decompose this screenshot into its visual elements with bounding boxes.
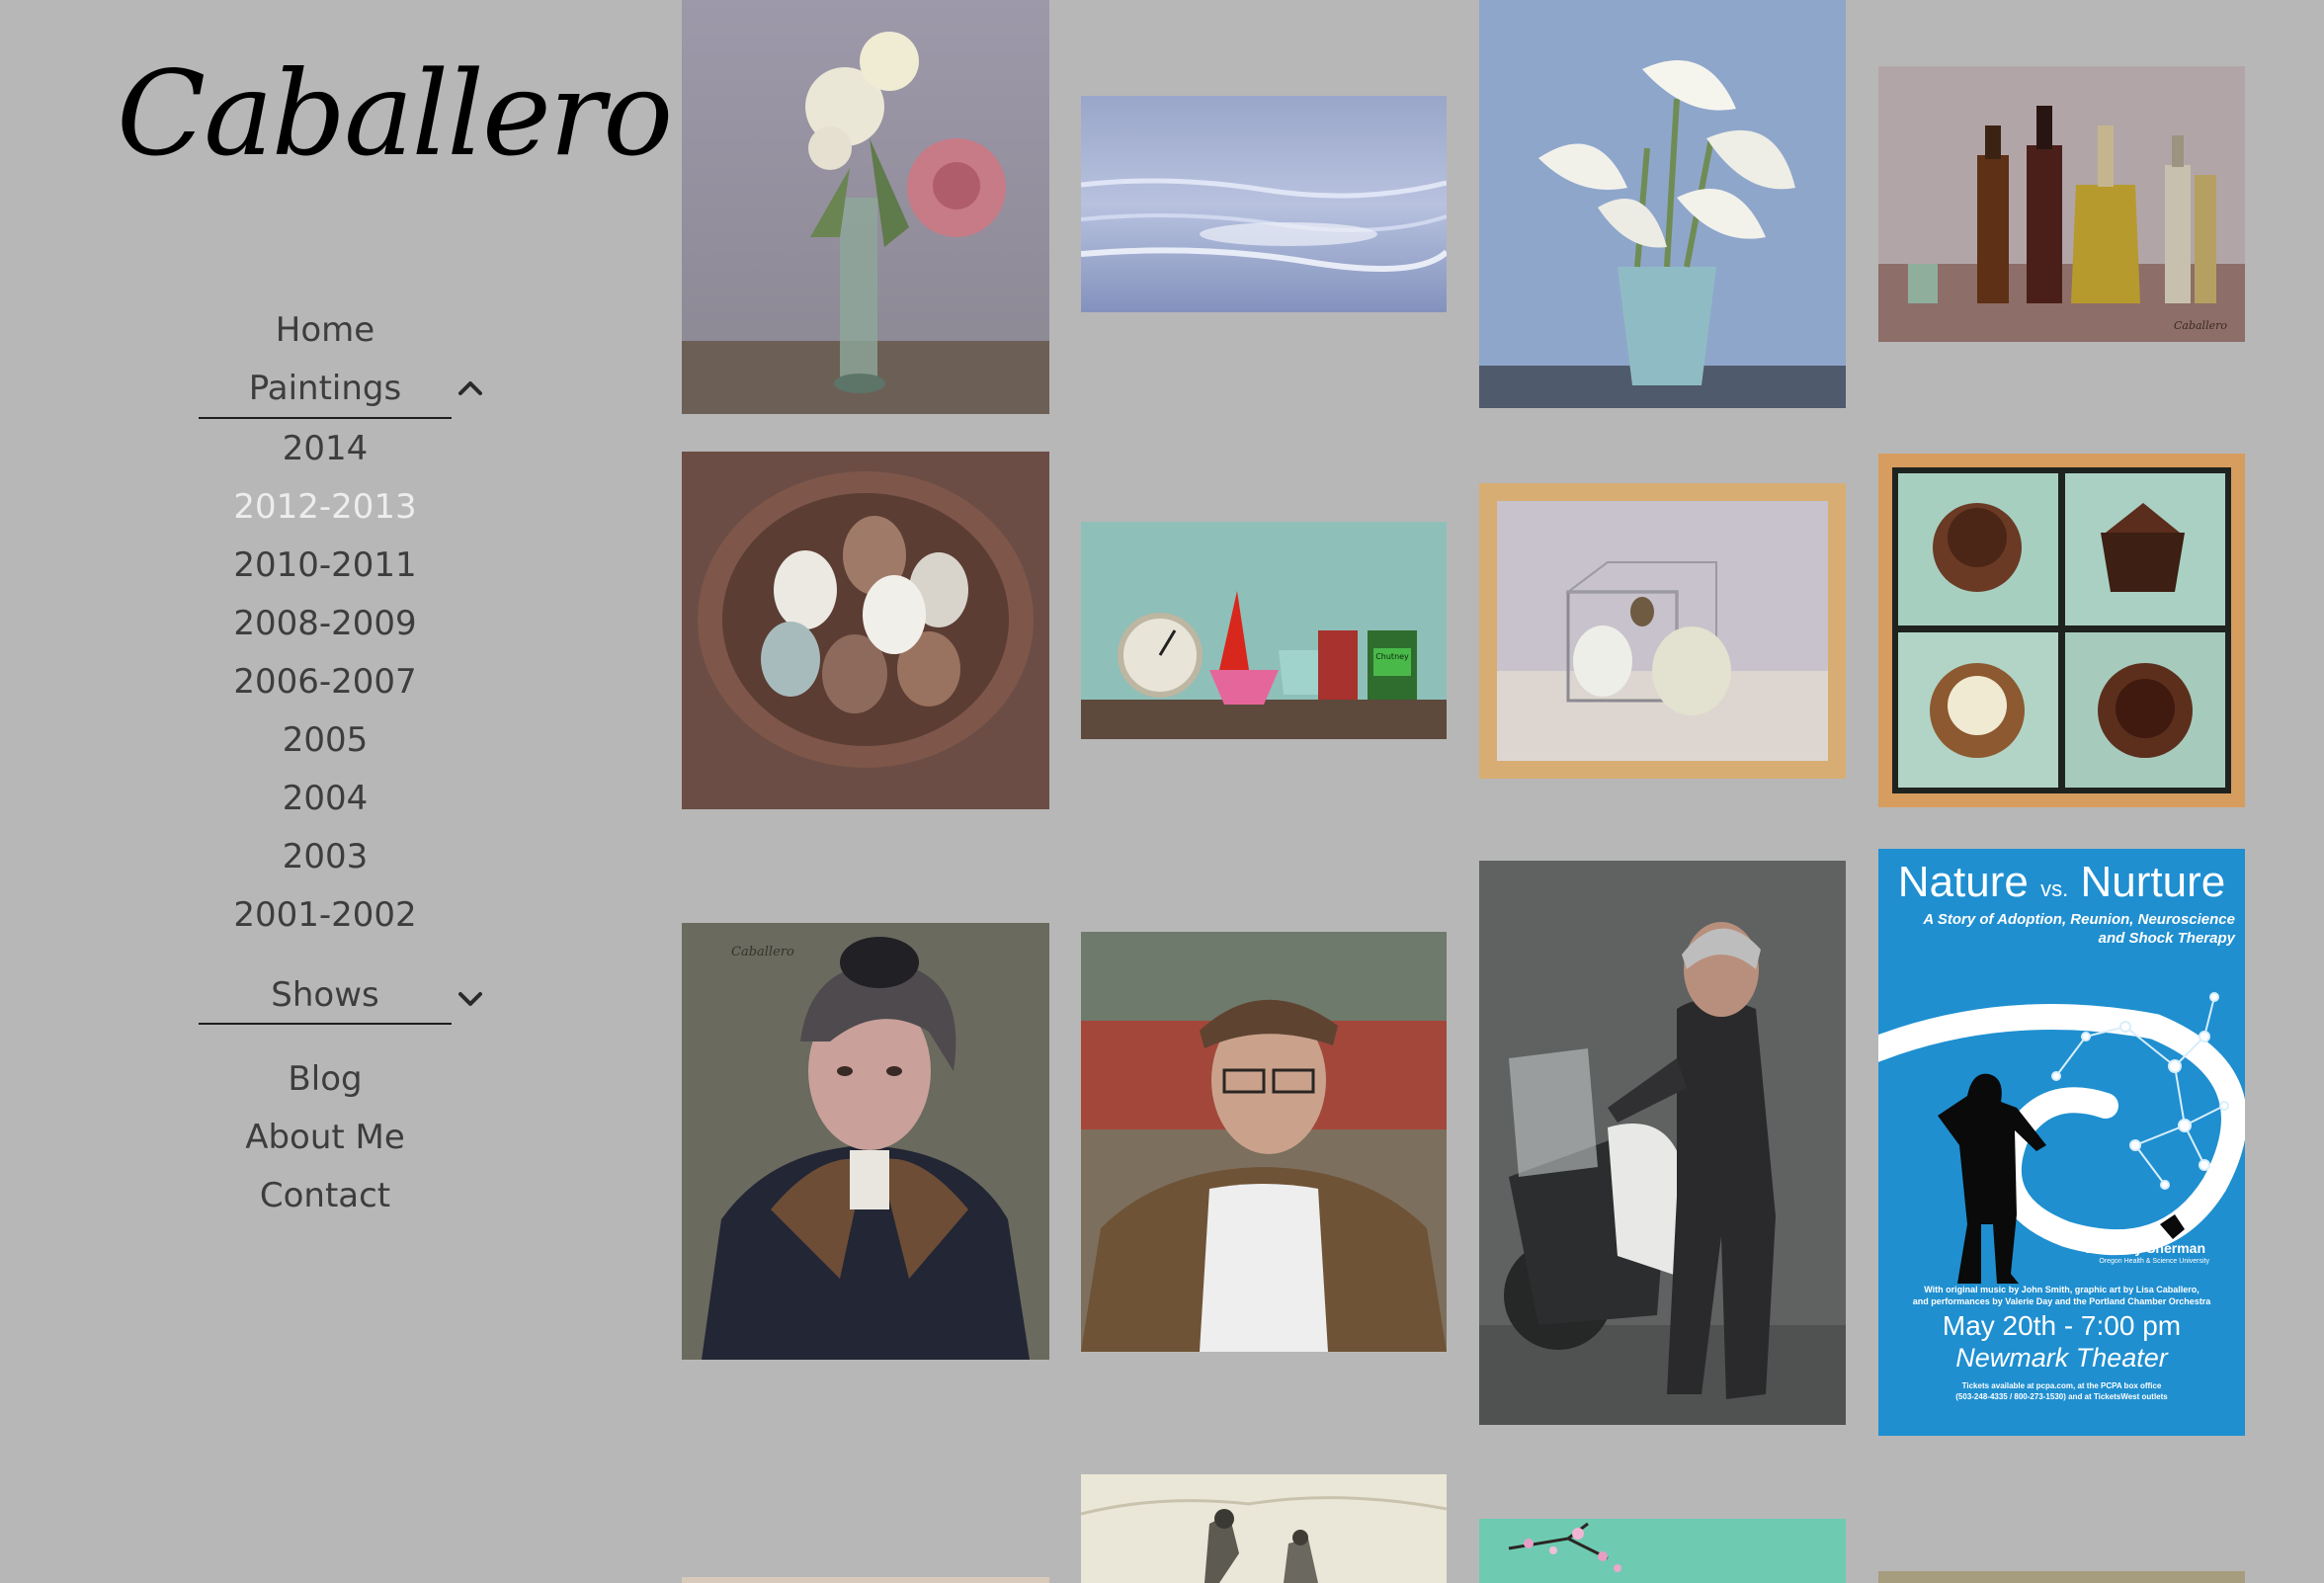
nav-year-2004[interactable]: 2004 [0,777,650,820]
chevron-down-icon[interactable] [456,990,484,1010]
nav-year-2008-2009[interactable]: 2008-2009 [0,602,650,645]
nav-year-2006-2007[interactable]: 2006-2007 [0,660,650,704]
poster-date: May 20th - 7:00 pm [1942,1310,2182,1341]
poster-title-right: Nurture [2080,858,2226,906]
poster-venue: Newmark Theater [1955,1343,2168,1373]
site-logo[interactable]: Caballero [117,40,673,188]
chevron-up-icon[interactable] [456,377,484,397]
poster-subtitle-line2: and Shock Therapy [2098,930,2235,947]
jar-label: Chutney [1375,652,1409,661]
painting-clock-still-life[interactable]: Chutney [1081,522,1447,739]
painting-row4-col4[interactable] [1878,1571,2245,1583]
nav-home[interactable]: Home [0,308,650,352]
painting-cherry-blossom[interactable] [1479,1519,1846,1583]
painting-calla-lilies[interactable] [1479,0,1846,408]
poster-presenter: Dr. Larry Sherman [2085,1240,2205,1256]
painting-eggs-in-bowl[interactable] [682,452,1049,809]
nav-blog[interactable]: Blog [0,1057,650,1101]
poster-title-vs: vs. [2040,876,2069,901]
painting-motorcycle-portrait[interactable] [1479,861,1846,1425]
painting-portrait-man-cap[interactable] [1081,932,1447,1352]
poster-tickets-line2: (503-248-4335 / 800-273-1530) and at Tic… [1955,1392,2168,1401]
painting-seascape[interactable] [1081,96,1447,312]
painting-glass-box[interactable] [1479,483,1846,779]
nav-paintings[interactable]: Paintings [0,367,650,410]
nav-year-2005[interactable]: 2005 [0,718,650,762]
nav-contact[interactable]: Contact [0,1174,650,1217]
nav-year-2003[interactable]: 2003 [0,835,650,878]
poster-credits-line1: With original music by John Smith, graph… [1924,1285,2200,1294]
nav-shows[interactable]: Shows [0,973,650,1017]
painting-sketch-figures[interactable] [1081,1474,1447,1583]
nav-year-2012-2013[interactable]: 2012-2013 [0,485,650,529]
logo-text: Caballero [117,45,673,182]
painting-signature-portrait: Caballero [731,945,794,959]
poster-presenter-affil: Oregon Health & Science University [2099,1258,2209,1265]
painting-chocolates[interactable] [1878,454,2245,807]
painting-oil-bottles[interactable]: Caballero [1878,66,2245,342]
poster-nature-vs-nurture[interactable]: Nature vs. Nurture A Story of Adoption, … [1878,849,2245,1436]
nav-year-2001-2002[interactable]: 2001-2002 [0,893,650,937]
nav-year-2014[interactable]: 2014 [0,427,650,470]
nav-about[interactable]: About Me [0,1116,650,1159]
poster-tickets: Tickets available at pcpa.com, at the PC… [1878,1380,2245,1402]
poster-title-left: Nature [1897,858,2029,906]
painting-row4-col1[interactable] [682,1577,1049,1583]
shows-underline [199,1023,452,1025]
poster-subtitle-line1: A Story of Adoption, Reunion, Neuroscien… [1923,911,2235,928]
painting-roses[interactable] [682,0,1049,414]
poster-tickets-line1: Tickets available at pcpa.com, at the PC… [1961,1381,2162,1390]
nav-year-2010-2011[interactable]: 2010-2011 [0,543,650,587]
painting-signature: Caballero [2173,319,2227,332]
painting-portrait-woman[interactable]: Caballero [682,923,1049,1360]
poster-subtitle: A Story of Adoption, Reunion, Neuroscien… [1879,910,2235,948]
poster-credits: With original music by John Smith, graph… [1878,1284,2245,1307]
poster-title: Nature vs. Nurture [1878,857,2245,915]
paintings-underline [199,417,452,419]
poster-credits-line2: and performances by Valerie Day and the … [1912,1296,2211,1306]
